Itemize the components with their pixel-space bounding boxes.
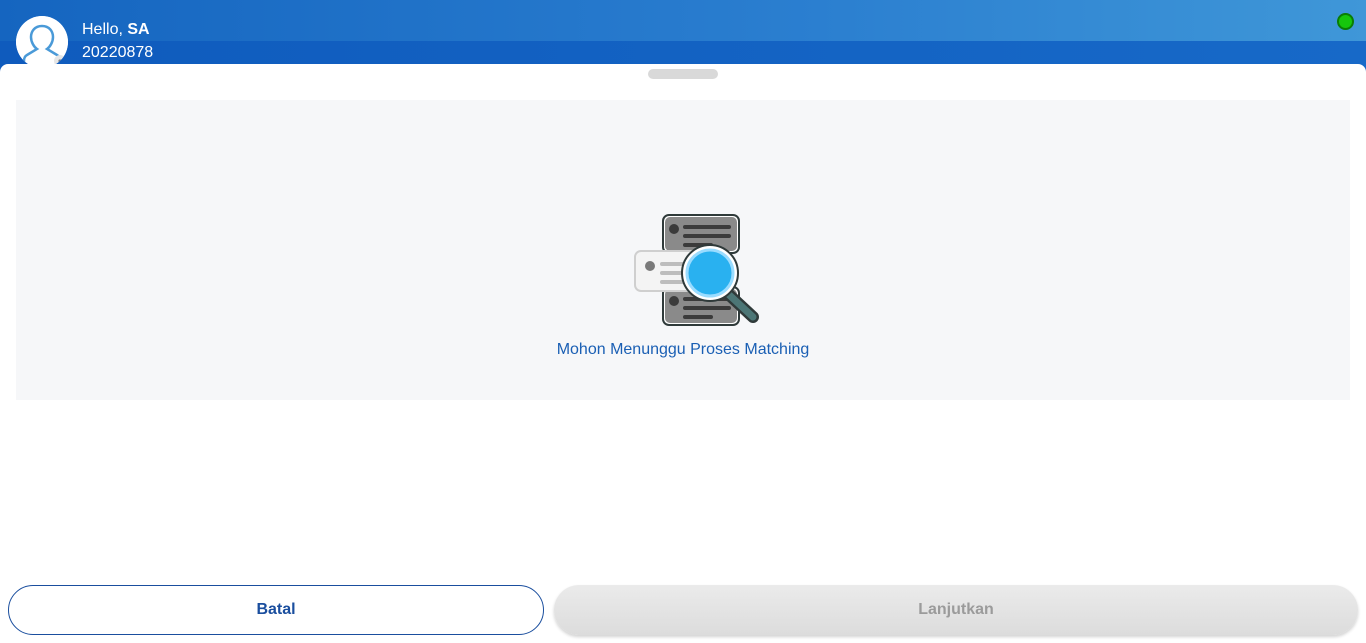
sheet-drag-handle[interactable] (648, 69, 718, 79)
app-root: Hello, SA 20220878 Mohon Menunggu Proses… (0, 0, 1366, 643)
greeting-prefix: Hello, (82, 21, 128, 38)
cancel-button[interactable]: Batal (8, 585, 544, 635)
user-id: 20220878 (82, 44, 154, 61)
matching-status-message: Mohon Menunggu Proses Matching (556, 341, 810, 358)
greeting-text: Hello, SA (82, 20, 150, 40)
user-avatar-icon[interactable] (16, 16, 68, 68)
matching-panel: Mohon Menunggu Proses Matching (16, 100, 1350, 400)
user-name: SA (127, 21, 150, 38)
status-indicator-icon (1337, 13, 1354, 30)
search-documents-icon (619, 205, 779, 335)
bottom-sheet: Mohon Menunggu Proses Matching Batal Lan… (0, 64, 1366, 643)
continue-button[interactable]: Lanjutkan (554, 585, 1358, 635)
